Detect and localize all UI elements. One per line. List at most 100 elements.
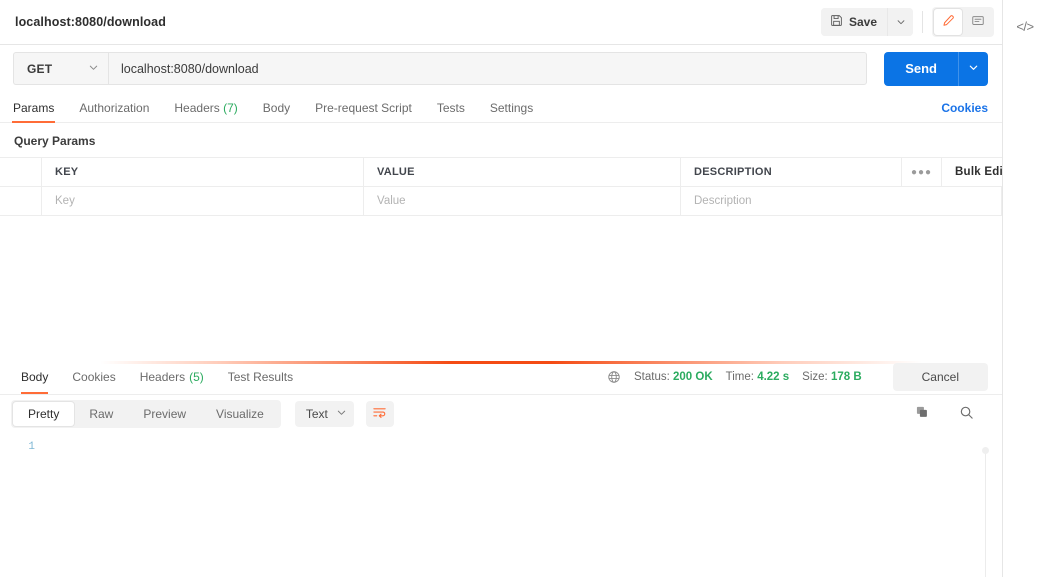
view-raw-button[interactable]: Raw: [74, 402, 128, 426]
tab-pre-request-script[interactable]: Pre-request Script: [315, 101, 412, 122]
table-options-button[interactable]: ●●●: [902, 158, 942, 186]
comment-icon: [971, 14, 985, 31]
edit-request-button[interactable]: [934, 9, 962, 35]
globe-icon: [607, 370, 621, 384]
response-time: Time: 4.22 s: [726, 371, 790, 383]
response-body-viewer[interactable]: 1: [0, 432, 1002, 577]
status-label: Status:: [634, 371, 670, 383]
request-tab-bar: Params Authorization Headers (7) Body Pr…: [0, 92, 1002, 123]
word-wrap-button[interactable]: [365, 400, 394, 427]
search-body-button[interactable]: [951, 400, 981, 428]
copy-button[interactable]: [907, 400, 937, 428]
view-pretty-button[interactable]: Pretty: [13, 401, 75, 426]
url-bar: GET localhost:8080/download Send: [0, 45, 1002, 92]
response-status-area: Status: 200 OK Time: 4.22 s Size: 178 B …: [607, 363, 988, 391]
scrollbar-track: [985, 446, 986, 577]
tab-headers[interactable]: Headers (7): [174, 101, 237, 122]
response-tab-body-label: Body: [21, 370, 49, 384]
body-toolbar-actions: [907, 400, 988, 428]
size-value: 178 B: [830, 371, 862, 383]
cookies-link[interactable]: Cookies: [941, 101, 988, 122]
param-value-input[interactable]: Value: [364, 187, 681, 215]
tab-body-label: Body: [262, 101, 291, 115]
save-button[interactable]: Save: [820, 8, 887, 36]
row-checkbox[interactable]: [0, 187, 42, 215]
param-key-input[interactable]: Key: [42, 187, 364, 215]
time-value: 4.22 s: [757, 371, 790, 383]
param-description-input[interactable]: Description: [681, 187, 1002, 215]
comments-button[interactable]: [964, 9, 992, 35]
column-header-key: KEY: [42, 158, 364, 186]
view-visualize-button[interactable]: Visualize: [201, 402, 279, 426]
response-section: Body Cookies Headers (5) Test Results St…: [0, 360, 1002, 395]
send-button-group: Send: [884, 51, 988, 86]
tab-params[interactable]: Params: [11, 101, 56, 123]
tab-authorization[interactable]: Authorization: [79, 101, 149, 122]
copy-icon: [915, 405, 929, 422]
body-scrollbar[interactable]: [982, 446, 989, 577]
table-header-row: KEY VALUE DESCRIPTION ●●● Bulk Edit: [0, 158, 1002, 187]
select-all-cell[interactable]: [0, 158, 42, 186]
postman-app: localhost:8080/download Save GET localho…: [0, 0, 1047, 577]
tab-settings[interactable]: Settings: [490, 101, 533, 122]
http-method-label: GET: [27, 61, 53, 76]
header-divider: [922, 11, 923, 33]
response-tab-test-results[interactable]: Test Results: [228, 360, 293, 394]
time-label: Time:: [725, 371, 754, 383]
response-tab-cookies[interactable]: Cookies: [72, 360, 115, 394]
code-snippet-button[interactable]: </>: [1010, 12, 1040, 40]
response-body-toolbar: Pretty Raw Preview Visualize Text: [0, 395, 1002, 433]
query-params-table: KEY VALUE DESCRIPTION ●●● Bulk Edit Key …: [0, 157, 1002, 216]
body-format-value: Text: [305, 406, 328, 421]
scrollbar-thumb[interactable]: [982, 446, 989, 454]
request-response-panel: localhost:8080/download Save GET localho…: [0, 0, 1003, 577]
save-button-group: Save: [820, 8, 913, 36]
save-options-button[interactable]: [887, 8, 913, 36]
line-number: 1: [28, 440, 35, 453]
tab-body[interactable]: Body: [263, 101, 290, 122]
tab-headers-count: (7): [223, 101, 238, 115]
cancel-button[interactable]: Cancel: [892, 363, 988, 391]
tab-tests[interactable]: Tests: [437, 101, 465, 122]
save-button-label: Save: [848, 15, 877, 29]
ellipsis-icon: ●●●: [910, 166, 933, 178]
send-options-button[interactable]: [958, 51, 988, 86]
http-method-select[interactable]: GET: [13, 52, 108, 85]
tab-authorization-label: Authorization: [79, 101, 150, 115]
response-tab-cookies-label: Cookies: [72, 370, 116, 384]
response-tab-headers-label: Headers: [139, 370, 186, 384]
chevron-down-icon: [968, 61, 979, 76]
tab-params-label: Params: [13, 101, 55, 115]
page-title: localhost:8080/download: [15, 15, 166, 29]
response-tab-headers[interactable]: Headers (5): [140, 360, 204, 394]
send-button[interactable]: Send: [884, 51, 958, 86]
url-input[interactable]: localhost:8080/download: [108, 52, 868, 85]
header-actions: Save: [820, 7, 994, 37]
chevron-down-icon: [336, 407, 347, 421]
bulk-edit-label: Bulk Edit: [955, 166, 1002, 178]
column-header-value: VALUE: [364, 158, 681, 186]
response-tab-body[interactable]: Body: [21, 360, 49, 394]
request-header-bar: localhost:8080/download Save: [0, 0, 1002, 45]
response-size: Size: 178 B: [802, 371, 861, 383]
search-icon: [959, 405, 974, 423]
body-view-segmented-control: Pretty Raw Preview Visualize: [11, 399, 281, 428]
response-tab-bar: Body Cookies Headers (5) Test Results St…: [0, 361, 1002, 395]
column-header-description: DESCRIPTION: [681, 158, 902, 186]
tab-tests-label: Tests: [436, 101, 465, 115]
line-number-gutter: 1: [0, 433, 44, 577]
status-badge: Status: 200 OK: [634, 371, 713, 383]
view-preview-button[interactable]: Preview: [128, 402, 201, 426]
response-tab-test-results-label: Test Results: [227, 370, 294, 384]
table-row: Key Value Description: [0, 187, 1002, 216]
size-label: Size:: [802, 371, 828, 383]
response-tab-headers-count: (5): [189, 370, 204, 384]
request-empty-space: [0, 216, 1002, 361]
query-params-title: Query Params: [14, 134, 96, 148]
tab-settings-label: Settings: [489, 101, 534, 115]
pencil-icon: [941, 14, 955, 31]
body-format-select[interactable]: Text: [294, 400, 354, 427]
bulk-edit-button[interactable]: Bulk Edit: [942, 158, 1002, 186]
right-sidebar: </>: [1003, 0, 1047, 577]
tab-headers-label: Headers: [174, 101, 220, 115]
